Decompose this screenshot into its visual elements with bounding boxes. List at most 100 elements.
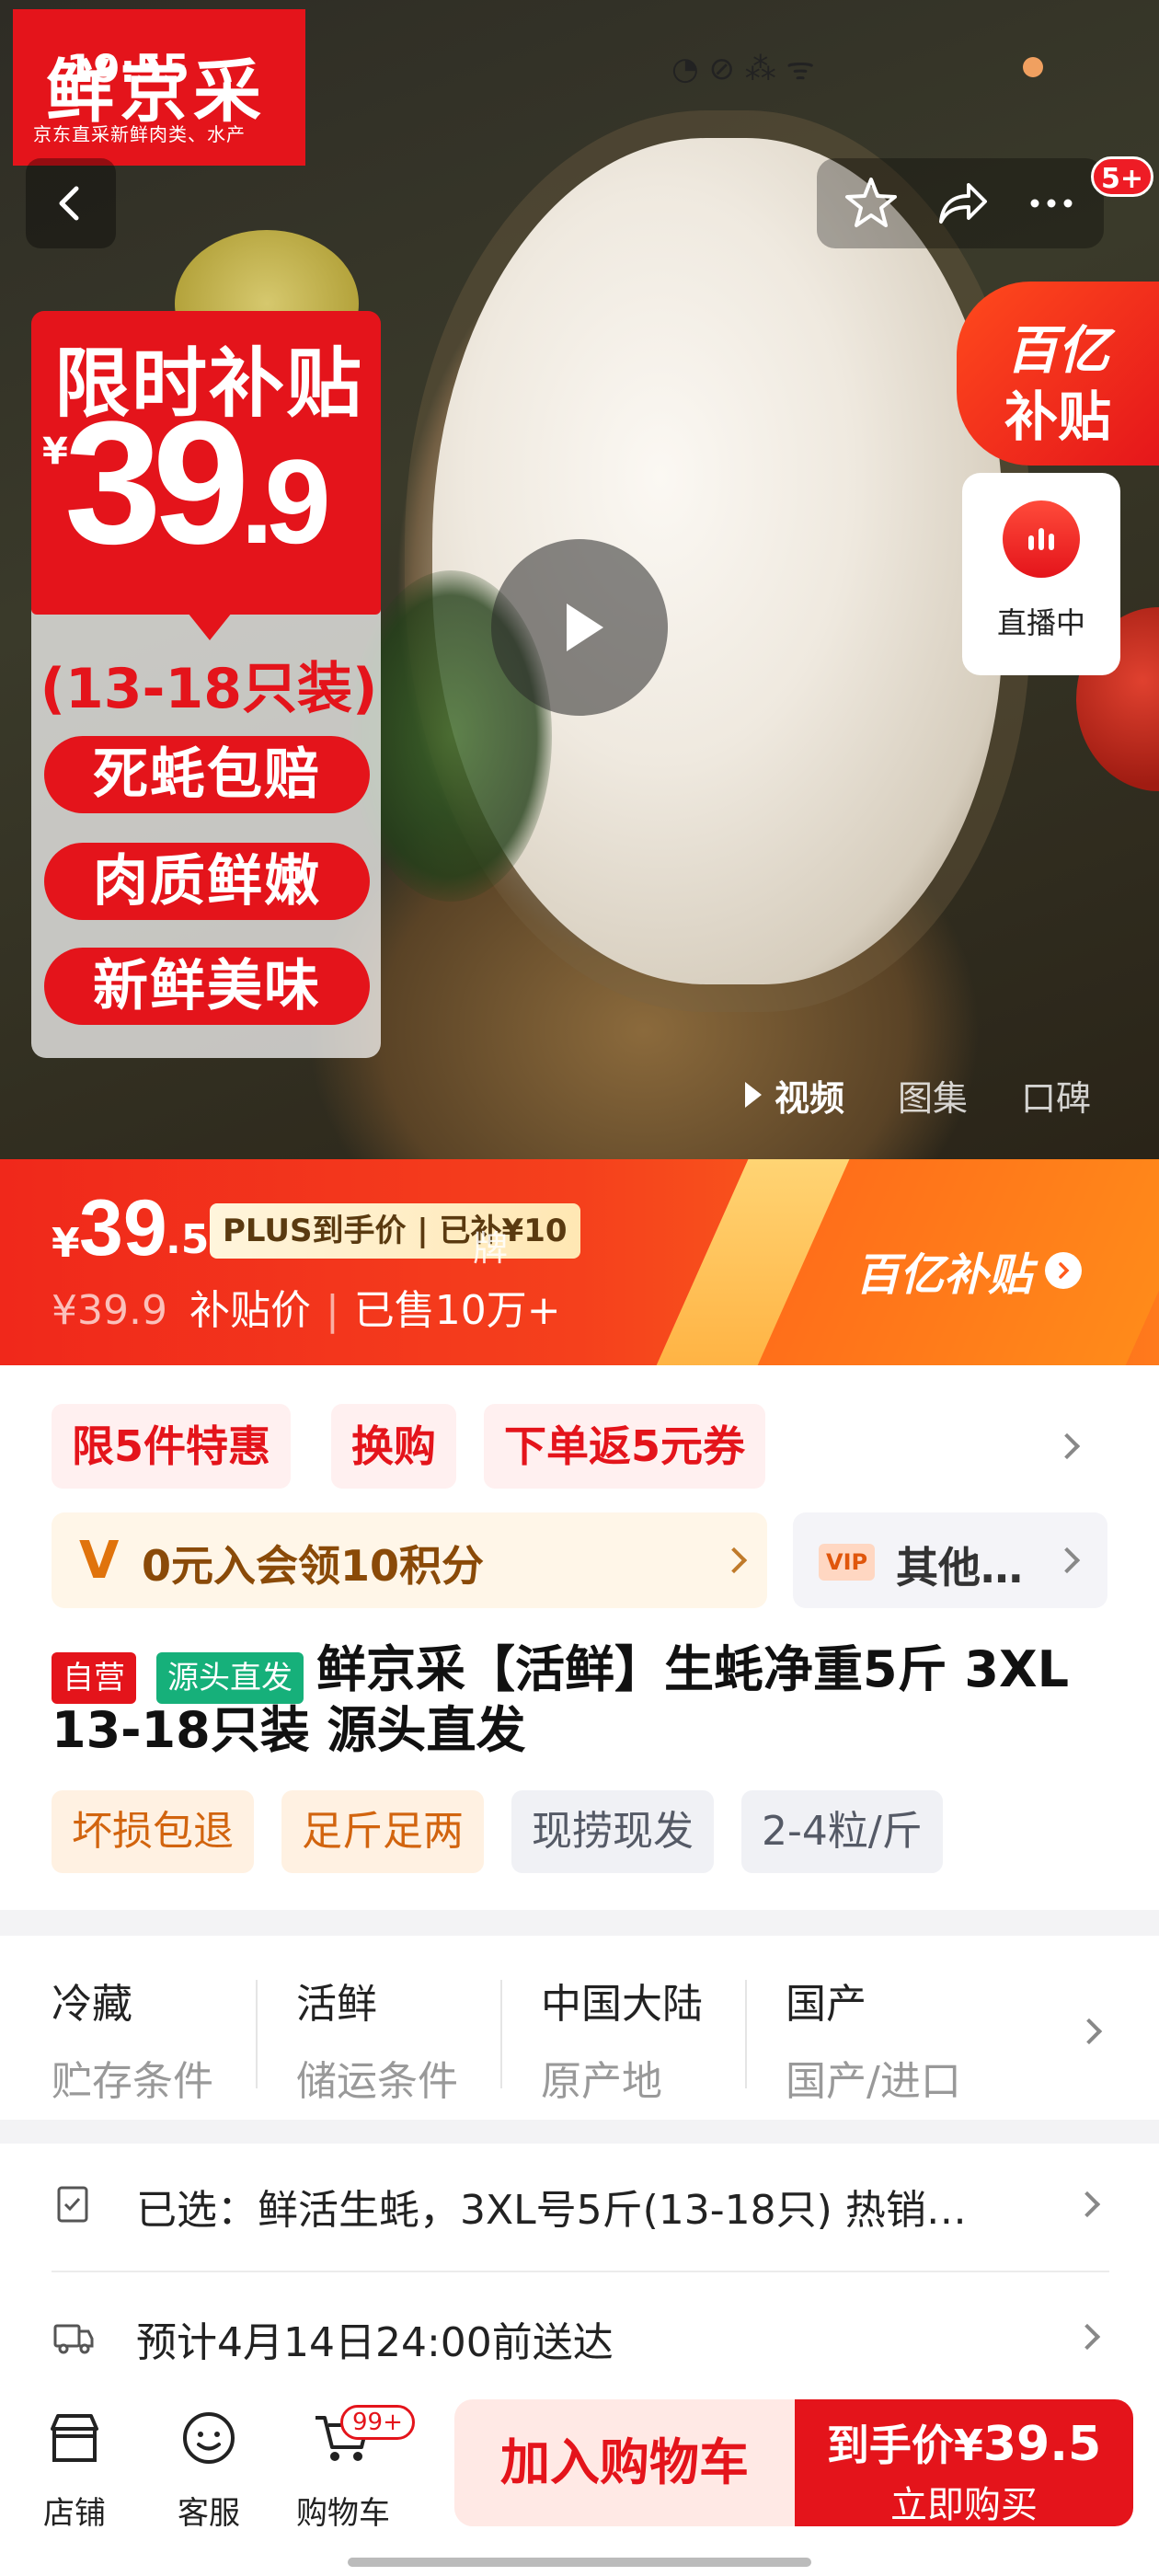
buy-price-label: 到手价 xyxy=(826,2421,954,2470)
live-icon xyxy=(1003,500,1080,578)
chevron-left-icon xyxy=(59,186,79,221)
nav-store[interactable]: 店铺 xyxy=(15,2405,134,2533)
promo-price-int: 39 xyxy=(64,385,249,581)
vip-benefits[interactable]: VIP 其他… xyxy=(793,1512,1107,1608)
status-time: 19:55 xyxy=(66,46,189,91)
spec-value: 中国大陆 xyxy=(541,1981,703,2028)
promo-chip[interactable]: 换购 xyxy=(331,1404,456,1489)
buy-price: 到手价¥39.5 xyxy=(795,2412,1133,2473)
chevron-right-icon xyxy=(720,1547,748,1574)
live-stream-card[interactable]: 直播中 xyxy=(962,473,1120,675)
delivery-eta-row[interactable]: 预计4月14日24:00前送达 xyxy=(52,2309,1109,2366)
divider xyxy=(745,1980,747,2088)
bottom-action-bar: 店铺 客服 购物车 99+ 加入购物车 到手价¥39.5 立即购买 xyxy=(0,2383,1159,2576)
spec-key: 储运条件 xyxy=(296,2058,458,2105)
tab-reviews[interactable]: 口碑 xyxy=(1021,1070,1091,1121)
subsidy-link[interactable]: 百亿补贴 xyxy=(855,1238,1083,1303)
delivery-eta-text: 预计4月14日24:00前送达 xyxy=(136,2319,614,2366)
spec-row[interactable]: 冷藏 贮存条件 活鲜 储运条件 中国大陆 原产地 国产 国产/进口 xyxy=(0,1936,1159,2120)
selected-variant-row[interactable]: 已选：鲜活生蚝，3XL号5斤(13-18只) 热销… xyxy=(52,2177,1109,2234)
selected-variant-text: 已选：鲜活生蚝，3XL号5斤(13-18只) 热销… xyxy=(136,2187,967,2234)
play-video-button[interactable] xyxy=(491,539,668,716)
status-icons: ◔ ⊘ ⁂ ᯤ xyxy=(671,51,815,87)
feature-tag: 2-4粒/斤 xyxy=(741,1790,943,1873)
chevron-right-icon xyxy=(1073,2323,1101,2351)
spec-value: 冷藏 xyxy=(52,1981,132,2028)
price-dec: .5 xyxy=(166,1216,210,1263)
divider xyxy=(256,1980,258,2088)
top-actions-bar xyxy=(817,158,1104,248)
subsidy-link-label: 百亿补贴 xyxy=(855,1249,1033,1301)
checklist-icon xyxy=(57,2186,88,2223)
plus-price-tag: PLUS到手价 | 已补¥10 xyxy=(210,1203,580,1259)
subsidy-badge-line1: 百亿 xyxy=(1006,321,1109,381)
cart-count-badge: 99+ xyxy=(340,2405,415,2440)
add-to-cart-button[interactable]: 加入购物车 xyxy=(454,2399,795,2526)
sold-count: 已售10万+ xyxy=(353,1287,561,1334)
buy-now-label: 立即购买 xyxy=(890,2484,1038,2526)
promo-price-dec: .9 xyxy=(240,434,330,569)
overlay-ghost-text: 牌 xyxy=(473,1228,509,1269)
vip-text: 其他… xyxy=(896,1543,1023,1593)
subsidy-price-label: 补贴价 xyxy=(189,1287,311,1334)
divider xyxy=(52,2271,1109,2272)
share-icon xyxy=(939,183,987,224)
more-button[interactable] xyxy=(1019,171,1084,236)
message-badge: 5+ xyxy=(1091,156,1154,197)
member-text: 0元入会领10积分 xyxy=(142,1541,485,1591)
price-currency: ¥ xyxy=(52,1220,80,1267)
promo-pill: 新鲜美味 xyxy=(44,948,370,1025)
back-button[interactable] xyxy=(26,158,116,248)
favorite-button[interactable] xyxy=(839,171,903,236)
membership-banner[interactable]: V 0元入会领10积分 xyxy=(52,1512,767,1608)
subsidy-badge[interactable]: 百亿 补贴 xyxy=(957,282,1159,466)
price-banner[interactable]: ¥ 39 .5 PLUS到手价 | 已补¥10 ¥39.9 补贴价 | 已售10万+ … xyxy=(0,1159,1159,1365)
nav-cart-label: 购物车 xyxy=(296,2495,390,2532)
star-icon xyxy=(845,178,897,227)
promo-chip[interactable]: 下单返5元券 xyxy=(484,1404,766,1489)
spec-key: 原产地 xyxy=(541,2058,662,2105)
nav-service-label: 客服 xyxy=(178,2495,240,2532)
divider xyxy=(500,1980,502,2088)
spec-item: 冷藏 贮存条件 xyxy=(52,1971,291,2107)
price-int: 39 xyxy=(79,1184,167,1272)
tab-video[interactable]: 视频 xyxy=(745,1070,844,1121)
spec-item: 活鲜 储运条件 xyxy=(296,1971,535,2107)
spec-key: 贮存条件 xyxy=(52,2058,213,2105)
status-indicator-dot xyxy=(1023,57,1043,77)
promo-price: 39.9 xyxy=(64,396,331,570)
selection-delivery-card: 已选：鲜活生蚝，3XL号5斤(13-18只) 热销… 预计4月14日24:00前… xyxy=(0,2144,1159,2383)
promo-pill: 死蚝包赔 xyxy=(44,736,370,813)
buy-price-value: 39.5 xyxy=(982,2417,1102,2472)
tab-gallery[interactable]: 图集 xyxy=(898,1070,968,1121)
share-button[interactable] xyxy=(929,171,993,236)
promo-chip[interactable]: 限5件特惠 xyxy=(52,1404,292,1489)
subsidy-badge-line2: 补贴 xyxy=(1004,385,1112,448)
spec-value: 活鲜 xyxy=(296,1981,377,2028)
spec-item: 国产 国产/进口 xyxy=(786,1971,1025,2107)
feature-tag: 足斤足两 xyxy=(281,1790,484,1873)
spec-value: 国产 xyxy=(786,1981,866,2028)
vip-tag: VIP xyxy=(819,1544,876,1581)
chevron-right-icon xyxy=(1045,1252,1083,1289)
live-label: 直播中 xyxy=(996,605,1085,640)
buy-price-currency: ¥ xyxy=(953,2421,983,2470)
price-subline: ¥39.9 补贴价 | 已售10万+ xyxy=(52,1287,561,1334)
service-icon xyxy=(183,2412,235,2464)
product-detail-page: 鲜京采 京东直采新鲜肉类、水产 19:55 ◔ ⊘ ⁂ ᯤ 5+ 限时补贴 ¥ … xyxy=(0,0,1159,2576)
nav-store-label: 店铺 xyxy=(43,2495,106,2532)
buy-now-button[interactable]: 到手价¥39.5 立即购买 xyxy=(795,2399,1133,2526)
brand-subtitle: 京东直采新鲜肉类、水产 xyxy=(33,123,246,145)
promo-pill: 肉质鲜嫩 xyxy=(44,843,370,920)
media-tabs: 视频 图集 口碑 xyxy=(745,1067,1144,1122)
home-indicator[interactable] xyxy=(348,2558,811,2567)
spec-key: 国产/进口 xyxy=(786,2058,961,2105)
chevron-right-icon xyxy=(1073,2191,1101,2218)
original-price: ¥39.9 xyxy=(52,1287,167,1334)
truck-icon xyxy=(53,2324,94,2354)
nav-service[interactable]: 客服 xyxy=(149,2405,269,2533)
feature-tag: 现捞现发 xyxy=(511,1790,714,1873)
promo-count: (13-18只装) xyxy=(40,657,378,721)
store-icon xyxy=(51,2414,98,2462)
feature-tag: 坏损包退 xyxy=(52,1790,254,1873)
